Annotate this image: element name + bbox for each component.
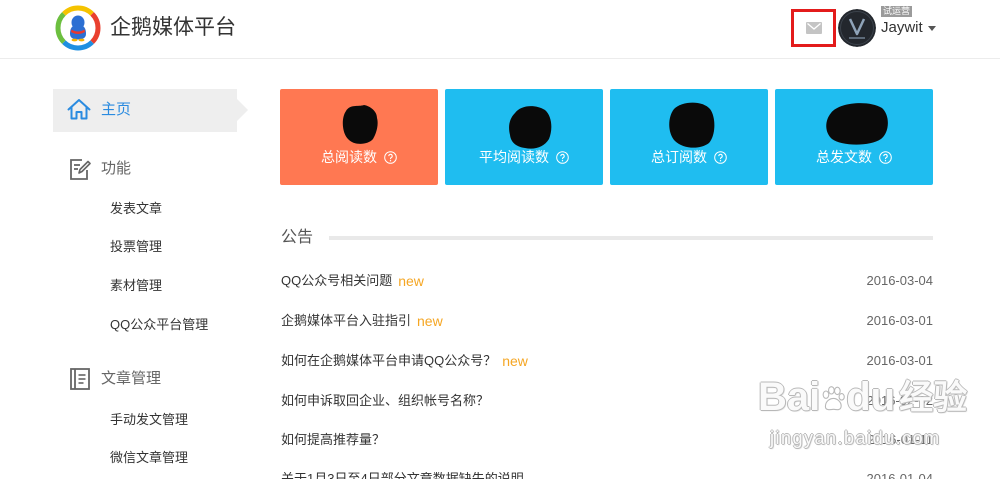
sidebar-item-manual-articles[interactable]: 手动发文管理 [110, 412, 188, 428]
stat-card-label: 总阅读数 [321, 149, 377, 165]
mail-icon [805, 22, 822, 34]
sidebar-item-vote-management[interactable]: 投票管理 [110, 239, 162, 255]
sidebar-item-label: 主页 [101, 101, 132, 118]
stat-card-label: 总发文数 [816, 149, 872, 165]
notice-item-title[interactable]: 如何申诉取回企业、组织帐号名称？ [281, 392, 489, 410]
notice-item-date: 2016-01-04 [867, 472, 934, 479]
notice-item-date: 2016-03-04 [866, 273, 934, 288]
notice-item: 如何提高推荐量？ 2016-01-11 [281, 430, 933, 450]
question-circle-icon[interactable] [879, 150, 892, 164]
penguin-media-logo-icon[interactable] [54, 4, 102, 52]
user-avatar[interactable] [838, 9, 876, 47]
stat-card-label-row: 平均阅读数 [445, 148, 603, 166]
notice-item-title[interactable]: 企鹅媒体平台入驻指引 [281, 312, 411, 330]
new-badge: new [502, 353, 528, 369]
notice-item: 如何申诉取回企业、组织帐号名称？ 2016-02-02 [281, 391, 933, 411]
new-badge: new [398, 273, 424, 289]
site-title: 企鹅媒体平台 [110, 16, 236, 39]
notice-item-date: 2016-03-01 [866, 353, 934, 368]
sidebar-section-label: 文章管理 [101, 370, 162, 387]
notice-item-title[interactable]: 关于1月3日至4日部分文章数据缺失的说明 [281, 472, 524, 479]
stat-card-label: 总订阅数 [651, 149, 707, 165]
user-dropdown[interactable]: Jaywit [881, 19, 936, 37]
sidebar-item-material-management[interactable]: 素材管理 [110, 278, 162, 294]
notice-item: 关于1月3日至4日部分文章数据缺失的说明 2016-01-04 [281, 472, 933, 479]
sidebar-item-home[interactable]: 主页 [53, 89, 248, 132]
notice-heading: 公告 [281, 229, 314, 246]
page: 企鹅媒体平台 试运营 Jaywit 主页 功能 发表文章 投票管理 素材管理 Q… [0, 0, 1000, 479]
stat-card-label-row: 总阅读数 [280, 148, 438, 166]
stat-card-label-row: 总发文数 [775, 148, 933, 166]
caret-down-icon [927, 25, 936, 31]
notice-item-date: 2016-03-01 [866, 313, 934, 328]
notice-item: QQ公众号相关问题 new 2016-03-04 [281, 271, 933, 291]
trial-badge: 试运营 [881, 6, 913, 17]
notice-item-title[interactable]: QQ公众号相关问题 [281, 272, 392, 290]
top-header: 企鹅媒体平台 试运营 Jaywit [0, 0, 1000, 59]
stat-card-total-reads: 总阅读数 [280, 89, 438, 185]
home-icon [67, 99, 91, 120]
stat-card-label: 平均阅读数 [479, 149, 549, 165]
notice-item-title[interactable]: 如何提高推荐量？ [281, 431, 385, 449]
edit-document-icon [70, 159, 91, 180]
new-badge: new [417, 313, 443, 329]
sidebar-section-label: 功能 [101, 160, 132, 177]
notice-item-date: 2016-02-02 [866, 393, 934, 408]
sidebar-section-article-management: 文章管理 [69, 367, 161, 391]
stat-card-total-subscribers: 总订阅数 [610, 89, 768, 185]
notice-item: 企鹅媒体平台入驻指引 new 2016-03-01 [281, 311, 933, 331]
redaction-blob [509, 106, 552, 149]
question-circle-icon[interactable] [714, 150, 727, 164]
notice-divider [329, 236, 933, 240]
sidebar-section-features: 功能 [69, 157, 131, 181]
notice-item-date: 2016-01-11 [867, 432, 933, 447]
sidebar-item-wechat-articles[interactable]: 微信文章管理 [110, 450, 188, 466]
stat-card-label-row: 总订阅数 [610, 148, 768, 166]
stat-card-average-reads: 平均阅读数 [445, 89, 603, 185]
document-list-icon [70, 368, 90, 390]
notice-item: 如何在企鹅媒体平台申请QQ公众号？ new 2016-03-01 [281, 351, 933, 371]
sidebar-item-qq-platform-management[interactable]: QQ公众平台管理 [110, 317, 208, 333]
username: Jaywit [881, 19, 923, 36]
redaction-blob [342, 105, 378, 144]
sidebar-item-publish-article[interactable]: 发表文章 [110, 201, 162, 217]
question-circle-icon[interactable] [384, 150, 397, 164]
redaction-blob [669, 102, 715, 148]
mail-button-highlighted[interactable] [791, 9, 836, 47]
redaction-blob [826, 103, 888, 145]
question-circle-icon[interactable] [556, 150, 569, 164]
stat-card-total-posts: 总发文数 [775, 89, 933, 185]
notice-item-title[interactable]: 如何在企鹅媒体平台申请QQ公众号？ [281, 352, 496, 370]
